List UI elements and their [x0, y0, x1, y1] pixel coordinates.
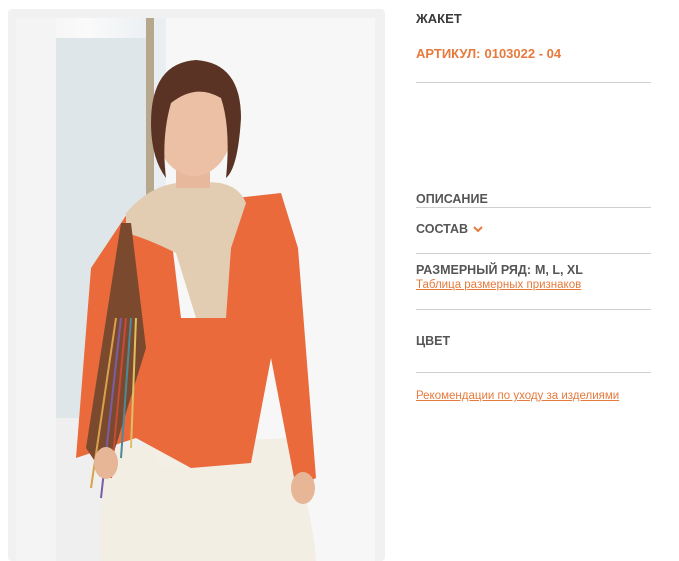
color-label: ЦВЕТ [416, 334, 451, 348]
chevron-down-icon [473, 222, 483, 236]
description-label[interactable]: ОПИСАНИЕ [416, 192, 488, 206]
divider [416, 309, 651, 310]
product-photo[interactable] [16, 18, 375, 561]
divider [416, 82, 651, 83]
divider [416, 372, 651, 373]
product-sku: АРТИКУЛ: 0103022 - 04 [416, 46, 561, 61]
size-range-label: РАЗМЕРНЫЙ РЯД: [416, 263, 531, 277]
divider [416, 207, 651, 208]
size-range-value: M, L, XL [534, 263, 583, 277]
composition-toggle[interactable]: СОСТАВ [416, 222, 483, 236]
sku-label: АРТИКУЛ: [416, 46, 481, 61]
product-title: ЖАКЕТ [416, 11, 462, 26]
left-hand [94, 447, 118, 479]
size-range: РАЗМЕРНЫЙ РЯД: M, L, XL [416, 263, 583, 277]
size-table-link[interactable]: Таблица размерных признаков [416, 279, 581, 291]
sku-value: 0103022 - 04 [484, 46, 562, 61]
product-photo-illustration [16, 18, 375, 561]
care-link[interactable]: Рекомендации по уходу за изделиями [416, 390, 619, 402]
composition-label: СОСТАВ [416, 222, 469, 236]
left-curtain [16, 18, 56, 561]
right-hand [291, 472, 315, 504]
divider [416, 253, 651, 254]
